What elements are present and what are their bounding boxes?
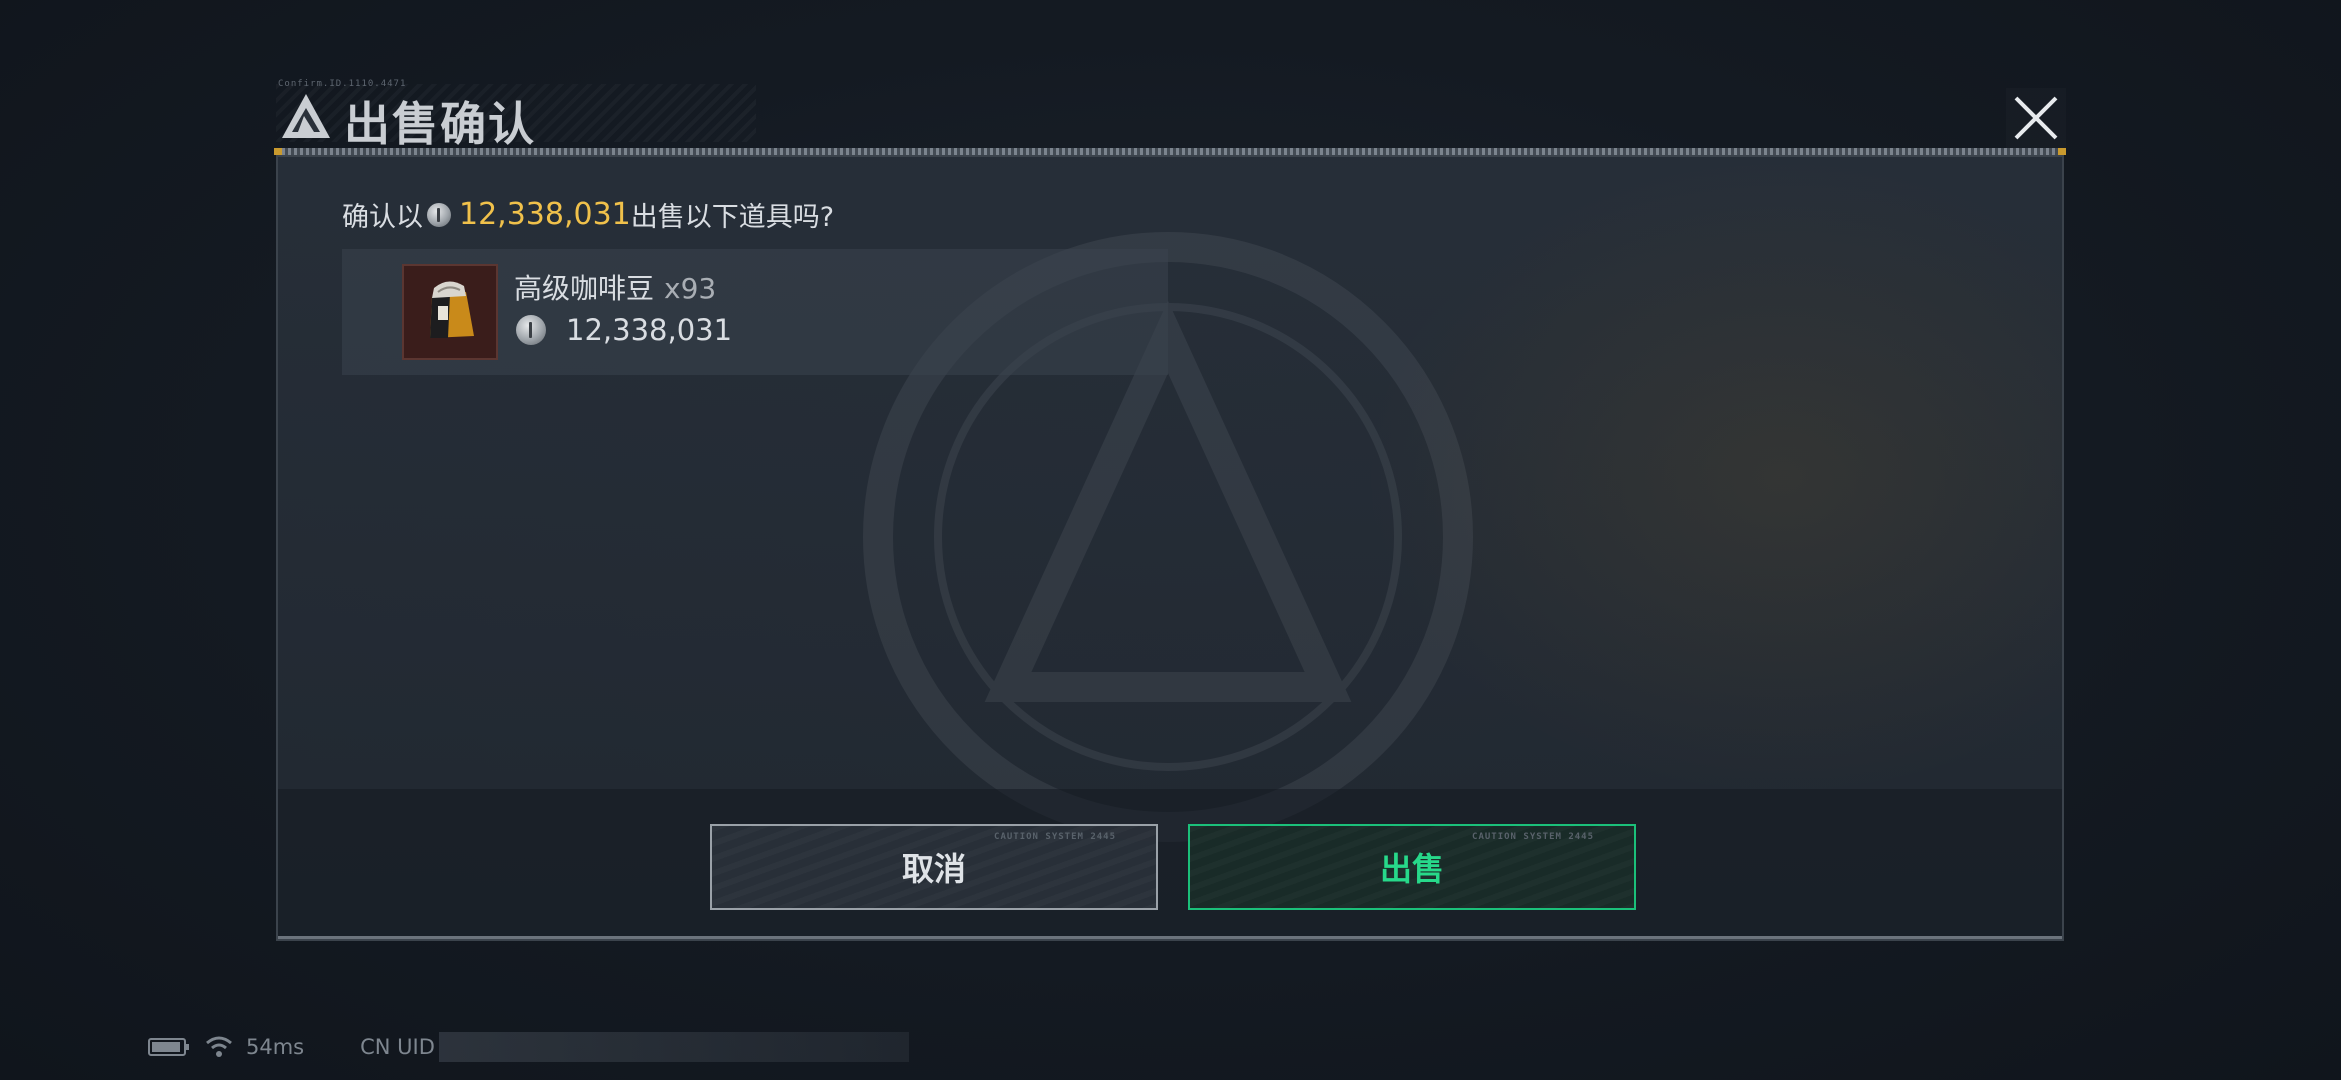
coin-icon (516, 315, 546, 345)
title-divider (276, 148, 2064, 155)
dialog-title: 出售确认 (344, 97, 536, 151)
item-name-row: 高级咖啡豆 x93 (514, 267, 716, 307)
uid-redacted (438, 1032, 909, 1062)
button-micro-text: CAUTION SYSTEM 2445 (994, 832, 1116, 842)
item-price: 12,338,031 (566, 313, 733, 347)
button-micro-text: CAUTION SYSTEM 2445 (1472, 832, 1594, 842)
divider-accent-left (274, 148, 282, 155)
question-prefix: 确认以 (342, 202, 423, 233)
item-name: 高级咖啡豆 (514, 272, 655, 305)
coffee-bean-bag-icon (430, 281, 474, 338)
item-thumbnail (402, 264, 498, 360)
latency-text: 54ms (246, 1035, 305, 1059)
cancel-button[interactable]: CAUTION SYSTEM 2445 取消 (710, 824, 1158, 910)
uid-label: CN UID (360, 1035, 435, 1059)
sell-button[interactable]: CAUTION SYSTEM 2445 出售 (1188, 824, 1636, 910)
sell-button-label: 出售 (1379, 850, 1444, 888)
sell-confirm-dialog: 确认以 12,338,031 出售以下道具吗? 高级咖啡豆 x93 12,338,… (276, 155, 2064, 941)
item-price-row: 12,338,031 (514, 313, 732, 347)
item-card: 高级咖啡豆 x93 12,338,031 (342, 249, 1168, 375)
status-bar: 54ms CN UID (148, 1030, 909, 1064)
item-quantity: x93 (664, 272, 717, 305)
divider-accent-right (2058, 148, 2066, 155)
question-price: 12,338,031 (459, 197, 631, 232)
dialog-title-bar: Confirm.ID.1110.4471 出售确认 (274, 79, 2066, 155)
confirm-question: 确认以 12,338,031 出售以下道具吗? (342, 195, 834, 234)
close-icon (2014, 96, 2058, 140)
coin-icon (427, 202, 451, 227)
panel-bottom-border (278, 936, 2062, 939)
wifi-icon (206, 1036, 232, 1057)
cancel-button-label: 取消 (901, 850, 966, 888)
dialog-footer (278, 789, 2062, 939)
delta-logo-icon (280, 92, 332, 140)
battery-icon (148, 1038, 189, 1056)
close-button[interactable] (2006, 88, 2066, 148)
question-suffix: 出售以下道具吗? (630, 202, 835, 233)
